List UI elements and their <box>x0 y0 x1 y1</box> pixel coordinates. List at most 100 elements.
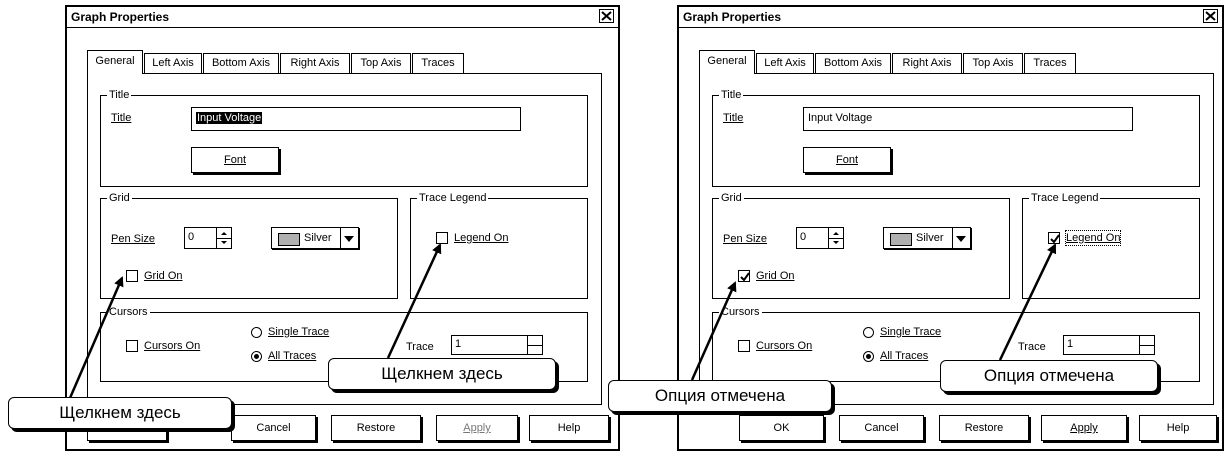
trace-value: 1 <box>1067 338 1074 350</box>
tab-left-axis[interactable]: Left Axis <box>144 53 202 73</box>
ok-button[interactable]: OK <box>739 415 824 441</box>
trace-label: Trace <box>1018 341 1046 353</box>
title-bar: Graph Properties <box>679 7 1222 28</box>
spinner-arrows-icon[interactable] <box>216 228 231 248</box>
title-input-value: Input Voltage <box>808 112 873 124</box>
tab-left-axis[interactable]: Left Axis <box>756 53 814 73</box>
callout-click-here-bottom: Щелкнем здесь <box>8 397 232 429</box>
all-traces-radio[interactable] <box>251 351 262 362</box>
restore-button[interactable]: Restore <box>939 415 1029 441</box>
cursors-on-checkbox[interactable] <box>126 340 138 352</box>
title-input[interactable]: Input Voltage <box>803 107 1133 131</box>
trace-legend-group: Trace Legend Legend On <box>1022 191 1200 299</box>
cursors-on-label: Cursors On <box>144 340 201 352</box>
tab-traces[interactable]: Traces <box>412 53 464 73</box>
chevron-down-icon[interactable] <box>340 228 358 248</box>
legend-on-label: Legend On <box>1064 230 1122 246</box>
help-button[interactable]: Help <box>1139 415 1217 441</box>
grid-on-checkbox[interactable] <box>738 270 750 282</box>
single-trace-label: Single Trace <box>268 326 330 338</box>
tab-top-axis[interactable]: Top Axis <box>351 53 411 73</box>
trace-value: 1 <box>455 338 462 350</box>
grid-color-value: Silver <box>916 232 944 244</box>
tab-right-axis[interactable]: Right Axis <box>280 53 350 73</box>
spinner-arrows-icon[interactable] <box>527 336 542 354</box>
pen-size-value: 0 <box>800 231 807 243</box>
title-input-value: Input Voltage <box>196 112 263 124</box>
title-group: Title Title Input Voltage Font <box>712 88 1200 187</box>
close-icon <box>1205 11 1216 21</box>
cancel-button[interactable]: Cancel <box>231 415 316 441</box>
all-traces-label: All Traces <box>268 350 317 362</box>
title-field-label: Title <box>111 112 132 124</box>
restore-button[interactable]: Restore <box>331 415 421 441</box>
trace-label: Trace <box>406 341 434 353</box>
legend-on-checkbox[interactable] <box>436 232 448 244</box>
pen-size-label: Pen Size <box>723 233 768 245</box>
pen-size-value: 0 <box>188 231 195 243</box>
pen-size-stepper[interactable]: 0 <box>184 227 232 249</box>
tab-top-axis[interactable]: Top Axis <box>963 53 1023 73</box>
tab-traces[interactable]: Traces <box>1024 53 1076 73</box>
title-bar: Graph Properties <box>67 7 618 28</box>
help-button[interactable]: Help <box>529 415 609 441</box>
callout-option-checked-mid: Опция отмечена <box>940 360 1158 392</box>
tab-bottom-axis[interactable]: Bottom Axis <box>815 53 891 73</box>
dialog-title: Graph Properties <box>71 10 170 24</box>
apply-button[interactable]: Apply <box>1041 415 1127 441</box>
trace-stepper[interactable]: 1 <box>1063 335 1155 355</box>
check-icon <box>437 233 449 245</box>
cancel-button[interactable]: Cancel <box>839 415 924 441</box>
legend-on-label: Legend On <box>454 232 509 244</box>
trace-legend-group: Trace Legend Legend On <box>410 191 588 299</box>
title-input[interactable]: Input Voltage <box>191 107 521 131</box>
legend-group-label: Trace Legend <box>1029 191 1101 205</box>
tab-general[interactable]: General <box>87 50 143 74</box>
cursors-group-label: Cursors <box>107 305 150 319</box>
title-field-label: Title <box>723 112 744 124</box>
pen-size-label: Pen Size <box>111 233 156 245</box>
grid-on-label: Grid On <box>756 270 795 282</box>
title-group-label: Title <box>107 88 132 102</box>
font-button[interactable]: Font <box>191 147 279 173</box>
trace-stepper[interactable]: 1 <box>451 335 543 355</box>
grid-on-checkbox[interactable] <box>126 270 138 282</box>
check-icon <box>127 271 139 283</box>
tab-right-axis[interactable]: Right Axis <box>892 53 962 73</box>
grid-on-label: Grid On <box>144 270 183 282</box>
single-trace-radio[interactable] <box>251 327 262 338</box>
callout-option-checked-bottom: Опция отмечена <box>608 380 832 412</box>
cursors-on-label: Cursors On <box>756 340 813 352</box>
check-icon <box>1050 234 1060 244</box>
grid-group-label: Grid <box>107 191 132 205</box>
all-traces-radio[interactable] <box>863 351 874 362</box>
tab-bottom-axis[interactable]: Bottom Axis <box>203 53 279 73</box>
close-button[interactable] <box>599 9 614 23</box>
grid-color-select[interactable]: Silver <box>271 227 359 249</box>
color-swatch <box>278 233 300 246</box>
legend-on-checkbox[interactable] <box>1048 232 1060 244</box>
title-group: Title Title Input Voltage Font <box>100 88 588 187</box>
close-button[interactable] <box>1203 9 1218 23</box>
grid-color-value: Silver <box>304 232 332 244</box>
single-trace-label: Single Trace <box>880 326 942 338</box>
cursors-on-checkbox[interactable] <box>738 340 750 352</box>
spinner-arrows-icon[interactable] <box>828 228 843 248</box>
grid-group: Grid Pen Size 0 Silver Grid On <box>100 191 398 299</box>
pen-size-stepper[interactable]: 0 <box>796 227 844 249</box>
chevron-down-icon[interactable] <box>952 228 970 248</box>
spinner-arrows-icon[interactable] <box>1139 336 1154 354</box>
general-panel: Title Title Input Voltage Font Grid Pen … <box>87 73 602 405</box>
grid-group: Grid Pen Size 0 Silver Grid On <box>712 191 1010 299</box>
cursors-group-label: Cursors <box>719 305 762 319</box>
title-group-label: Title <box>719 88 744 102</box>
grid-group-label: Grid <box>719 191 744 205</box>
font-button[interactable]: Font <box>803 147 891 173</box>
dialog-title: Graph Properties <box>683 10 782 24</box>
tab-general[interactable]: General <box>699 50 755 74</box>
close-icon <box>601 11 612 21</box>
apply-button[interactable]: Apply <box>436 415 518 441</box>
legend-group-label: Trace Legend <box>417 191 489 205</box>
single-trace-radio[interactable] <box>863 327 874 338</box>
grid-color-select[interactable]: Silver <box>883 227 971 249</box>
